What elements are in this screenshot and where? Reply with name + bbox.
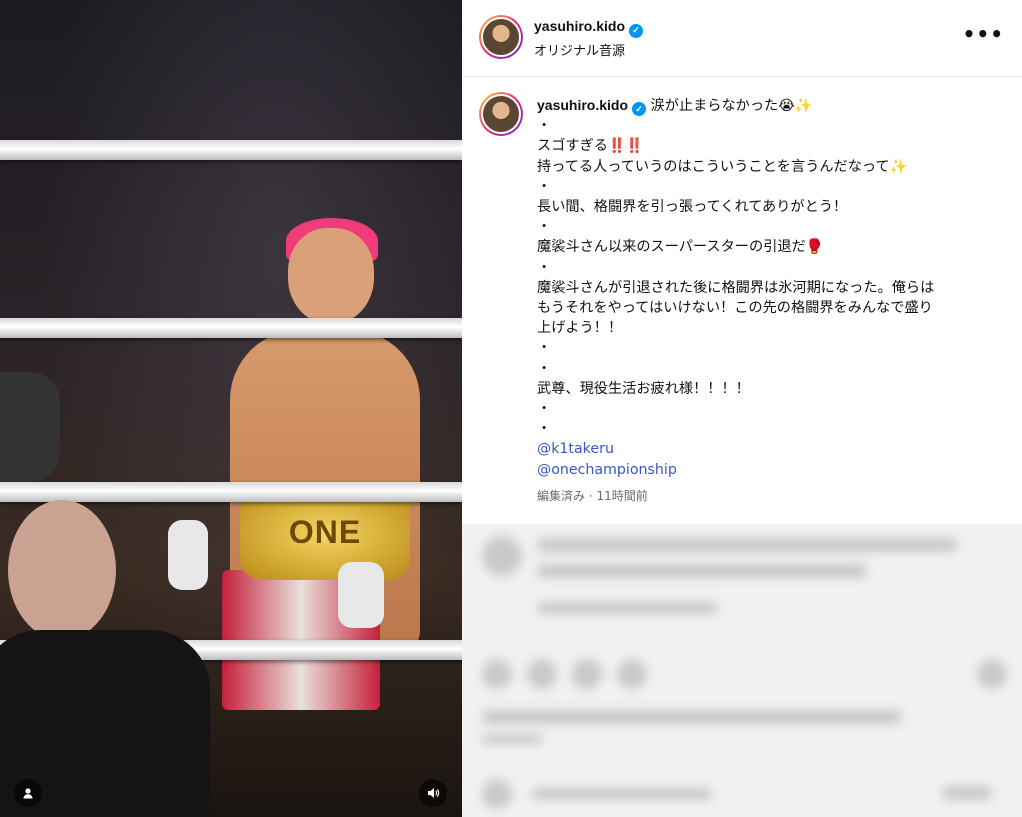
- username-text[interactable]: yasuhiro.kido: [534, 18, 625, 34]
- caption-avatar[interactable]: [479, 92, 523, 136]
- right-glove: [338, 562, 384, 628]
- avatar[interactable]: [479, 15, 523, 59]
- caption-line: 持ってる人っていうのはこういうことを言うんだなって✨: [537, 158, 908, 175]
- ring-rope: [0, 140, 462, 160]
- post-meta: 編集済み · 11時間前: [537, 489, 648, 503]
- mention-link[interactable]: @k1takeru: [537, 439, 997, 459]
- mention-link[interactable]: @onechampionship: [537, 460, 997, 480]
- post-media[interactable]: ONE: [0, 0, 462, 817]
- ring-rope: [0, 318, 462, 338]
- caption-line: ・: [537, 178, 552, 195]
- cameraman: [0, 372, 60, 482]
- caption: yasuhiro.kido ✓ 涙が止まらなかった😭✨ ・ スゴすぎる‼️‼️ 持…: [537, 95, 997, 480]
- caption-line: もうそれをやってはいけない！この先の格闘界をみんなで盛り: [537, 300, 933, 317]
- caption-line: スゴすぎる‼️‼️: [537, 138, 644, 155]
- speaker-icon: [428, 788, 440, 798]
- caption-line: ・: [537, 401, 552, 418]
- ring-rope: [0, 482, 462, 502]
- blurred-comments-area: [462, 524, 1022, 817]
- caption-line: 武尊、現役生活お疲れ様！！！！: [537, 380, 750, 397]
- belt-logo: ONE: [288, 514, 362, 550]
- sound-toggle-button[interactable]: [419, 779, 447, 807]
- caption-line: 魔裟斗さん以来のスーパースターの引退だ🥊: [537, 239, 824, 256]
- caption-line: ・: [537, 340, 552, 357]
- post-panel: yasuhiro.kido ✓ オリジナル音源 ••• yasuhiro.kido…: [462, 0, 1022, 817]
- caption-line: 魔裟斗さんが引退された後に格闘界は氷河期になった。俺らは: [537, 279, 935, 296]
- post-header: yasuhiro.kido ✓ オリジナル音源 •••: [462, 0, 1022, 77]
- caption-first-line: 涙が止まらなかった😭✨: [650, 98, 813, 114]
- caption-line: 上げよう！！: [537, 320, 623, 337]
- more-options-icon[interactable]: •••: [963, 22, 1004, 46]
- caption-line: ・: [537, 421, 552, 438]
- caption-line: ・: [537, 360, 552, 377]
- caption-line: ・: [537, 259, 552, 276]
- user-tags-button[interactable]: [14, 779, 42, 807]
- spectator: [0, 500, 210, 817]
- caption-line: ・: [537, 219, 552, 236]
- caption-line: 長い間、格闘界を引っ張ってくれてありがとう！: [537, 199, 848, 216]
- verified-badge-icon: ✓: [629, 23, 644, 38]
- verified-badge-icon: ✓: [632, 102, 647, 117]
- caption-line: ・: [537, 118, 552, 135]
- caption-username[interactable]: yasuhiro.kido ✓: [537, 97, 647, 117]
- user-icon: [23, 788, 33, 799]
- audio-label[interactable]: オリジナル音源: [534, 40, 625, 59]
- author-username[interactable]: yasuhiro.kido ✓: [534, 18, 644, 38]
- fighter-head: [288, 228, 374, 324]
